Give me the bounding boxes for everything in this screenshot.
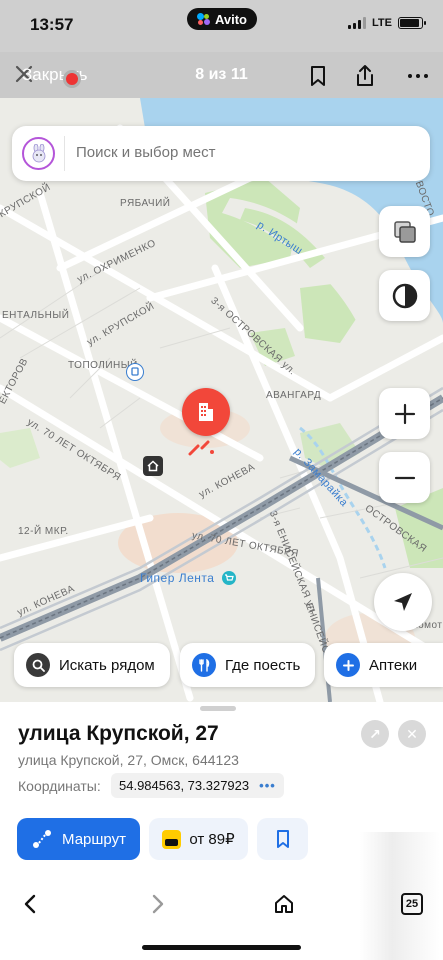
chip-pharmacies[interactable]: Аптеки <box>324 643 443 687</box>
avito-pill-label: Avito <box>214 11 248 27</box>
home-icon[interactable] <box>270 890 298 918</box>
chip-search-nearby-label: Искать рядом <box>59 656 155 674</box>
entrance-marker-icon <box>188 440 214 456</box>
search-input[interactable] <box>76 144 406 161</box>
map-label-lental: ЕНТАЛЬНЫЙ <box>2 310 70 321</box>
save-place-button[interactable] <box>257 818 308 860</box>
map-label-avangard: АВАНГАРД <box>266 390 322 401</box>
map-label-ryabachy: РЯБАЧИЙ <box>120 198 171 209</box>
route-button-label: Маршрут <box>62 830 126 848</box>
chip-where-to-eat-label: Где поесть <box>225 656 301 674</box>
layers-button[interactable] <box>379 206 430 257</box>
building-pin-marker[interactable] <box>182 388 230 436</box>
home-indicator[interactable] <box>142 945 301 950</box>
chip-where-to-eat[interactable]: Где поесть <box>180 643 315 687</box>
tabs-button[interactable]: 25 <box>398 890 426 918</box>
taxi-button[interactable]: от 89₽ <box>149 818 248 860</box>
building-icon <box>199 403 213 421</box>
bookmark-icon[interactable] <box>306 64 330 88</box>
share-round-icon[interactable]: ↗ <box>361 720 389 748</box>
back-icon[interactable] <box>17 890 45 918</box>
zoom-in-button[interactable] <box>379 388 430 439</box>
compass-button[interactable] <box>379 270 430 321</box>
forward-icon[interactable] <box>143 890 171 918</box>
place-title: улица Крупской, 27 <box>18 722 219 745</box>
more-icon[interactable] <box>406 64 430 88</box>
status-indicators: LTE <box>348 17 426 29</box>
route-icon <box>33 830 52 848</box>
bookmark-icon <box>276 830 289 848</box>
my-location-button[interactable] <box>374 573 432 631</box>
battery-icon <box>398 17 426 29</box>
signal-icon <box>348 17 367 29</box>
map-view[interactable]: РЯБАЧИЙ КРУПСКОЙ ул. ОХРИМЕНКО ул. КРУПС… <box>0 98 443 702</box>
plus-icon <box>336 653 360 677</box>
coordinates-box[interactable]: 54.984563, 73.327923 ••• <box>111 773 284 798</box>
search-icon <box>26 653 50 677</box>
location-arrow-icon <box>394 593 412 611</box>
shopping-cart-icon[interactable] <box>222 571 236 585</box>
coordinates-label: Координаты: <box>18 778 101 794</box>
browser-nav-bar: 25 <box>0 880 443 926</box>
fork-knife-icon <box>192 653 216 677</box>
house-icon[interactable] <box>143 456 163 476</box>
place-address: улица Крупской, 27, Омск, 644123 <box>18 752 239 768</box>
zoom-out-button[interactable] <box>379 452 430 503</box>
chip-search-nearby[interactable]: Искать рядом <box>14 643 170 687</box>
share-icon[interactable] <box>353 64 377 88</box>
taxi-icon <box>162 829 182 849</box>
status-bar: 13:57 Avito LTE <box>0 0 443 52</box>
map-label-giper-lenta[interactable]: Гипер Лента <box>140 571 214 585</box>
place-card: улица Крупской, 27 улица Крупской, 27, О… <box>0 702 443 960</box>
minus-icon <box>394 476 415 479</box>
search-divider <box>64 136 65 171</box>
close-round-icon[interactable]: ✕ <box>398 720 426 748</box>
network-label: LTE <box>372 17 392 29</box>
avito-pill[interactable]: Avito <box>187 8 257 30</box>
tabs-count: 25 <box>401 893 423 915</box>
chip-pharmacies-label: Аптеки <box>369 656 418 674</box>
map-label-microdistrict: 12-Й МКР. <box>18 526 69 537</box>
coordinates-value: 54.984563, 73.327923 <box>119 778 250 793</box>
bus-stop-icon[interactable] <box>126 363 144 381</box>
layers-icon <box>393 220 416 243</box>
viewer-header: Закрыть 8 из 11 <box>0 52 443 98</box>
sheet-grabber[interactable] <box>200 706 236 711</box>
status-time: 13:57 <box>30 15 74 34</box>
taxi-price-label: от 89₽ <box>189 831 235 848</box>
map-search-bar[interactable] <box>12 126 430 181</box>
compass-icon <box>392 283 417 308</box>
route-button[interactable]: Маршрут <box>17 818 140 860</box>
avito-logo-icon <box>196 13 211 25</box>
plus-icon <box>394 403 415 424</box>
coordinates-more-icon[interactable]: ••• <box>259 778 276 793</box>
alice-avatar-icon[interactable] <box>22 137 55 170</box>
